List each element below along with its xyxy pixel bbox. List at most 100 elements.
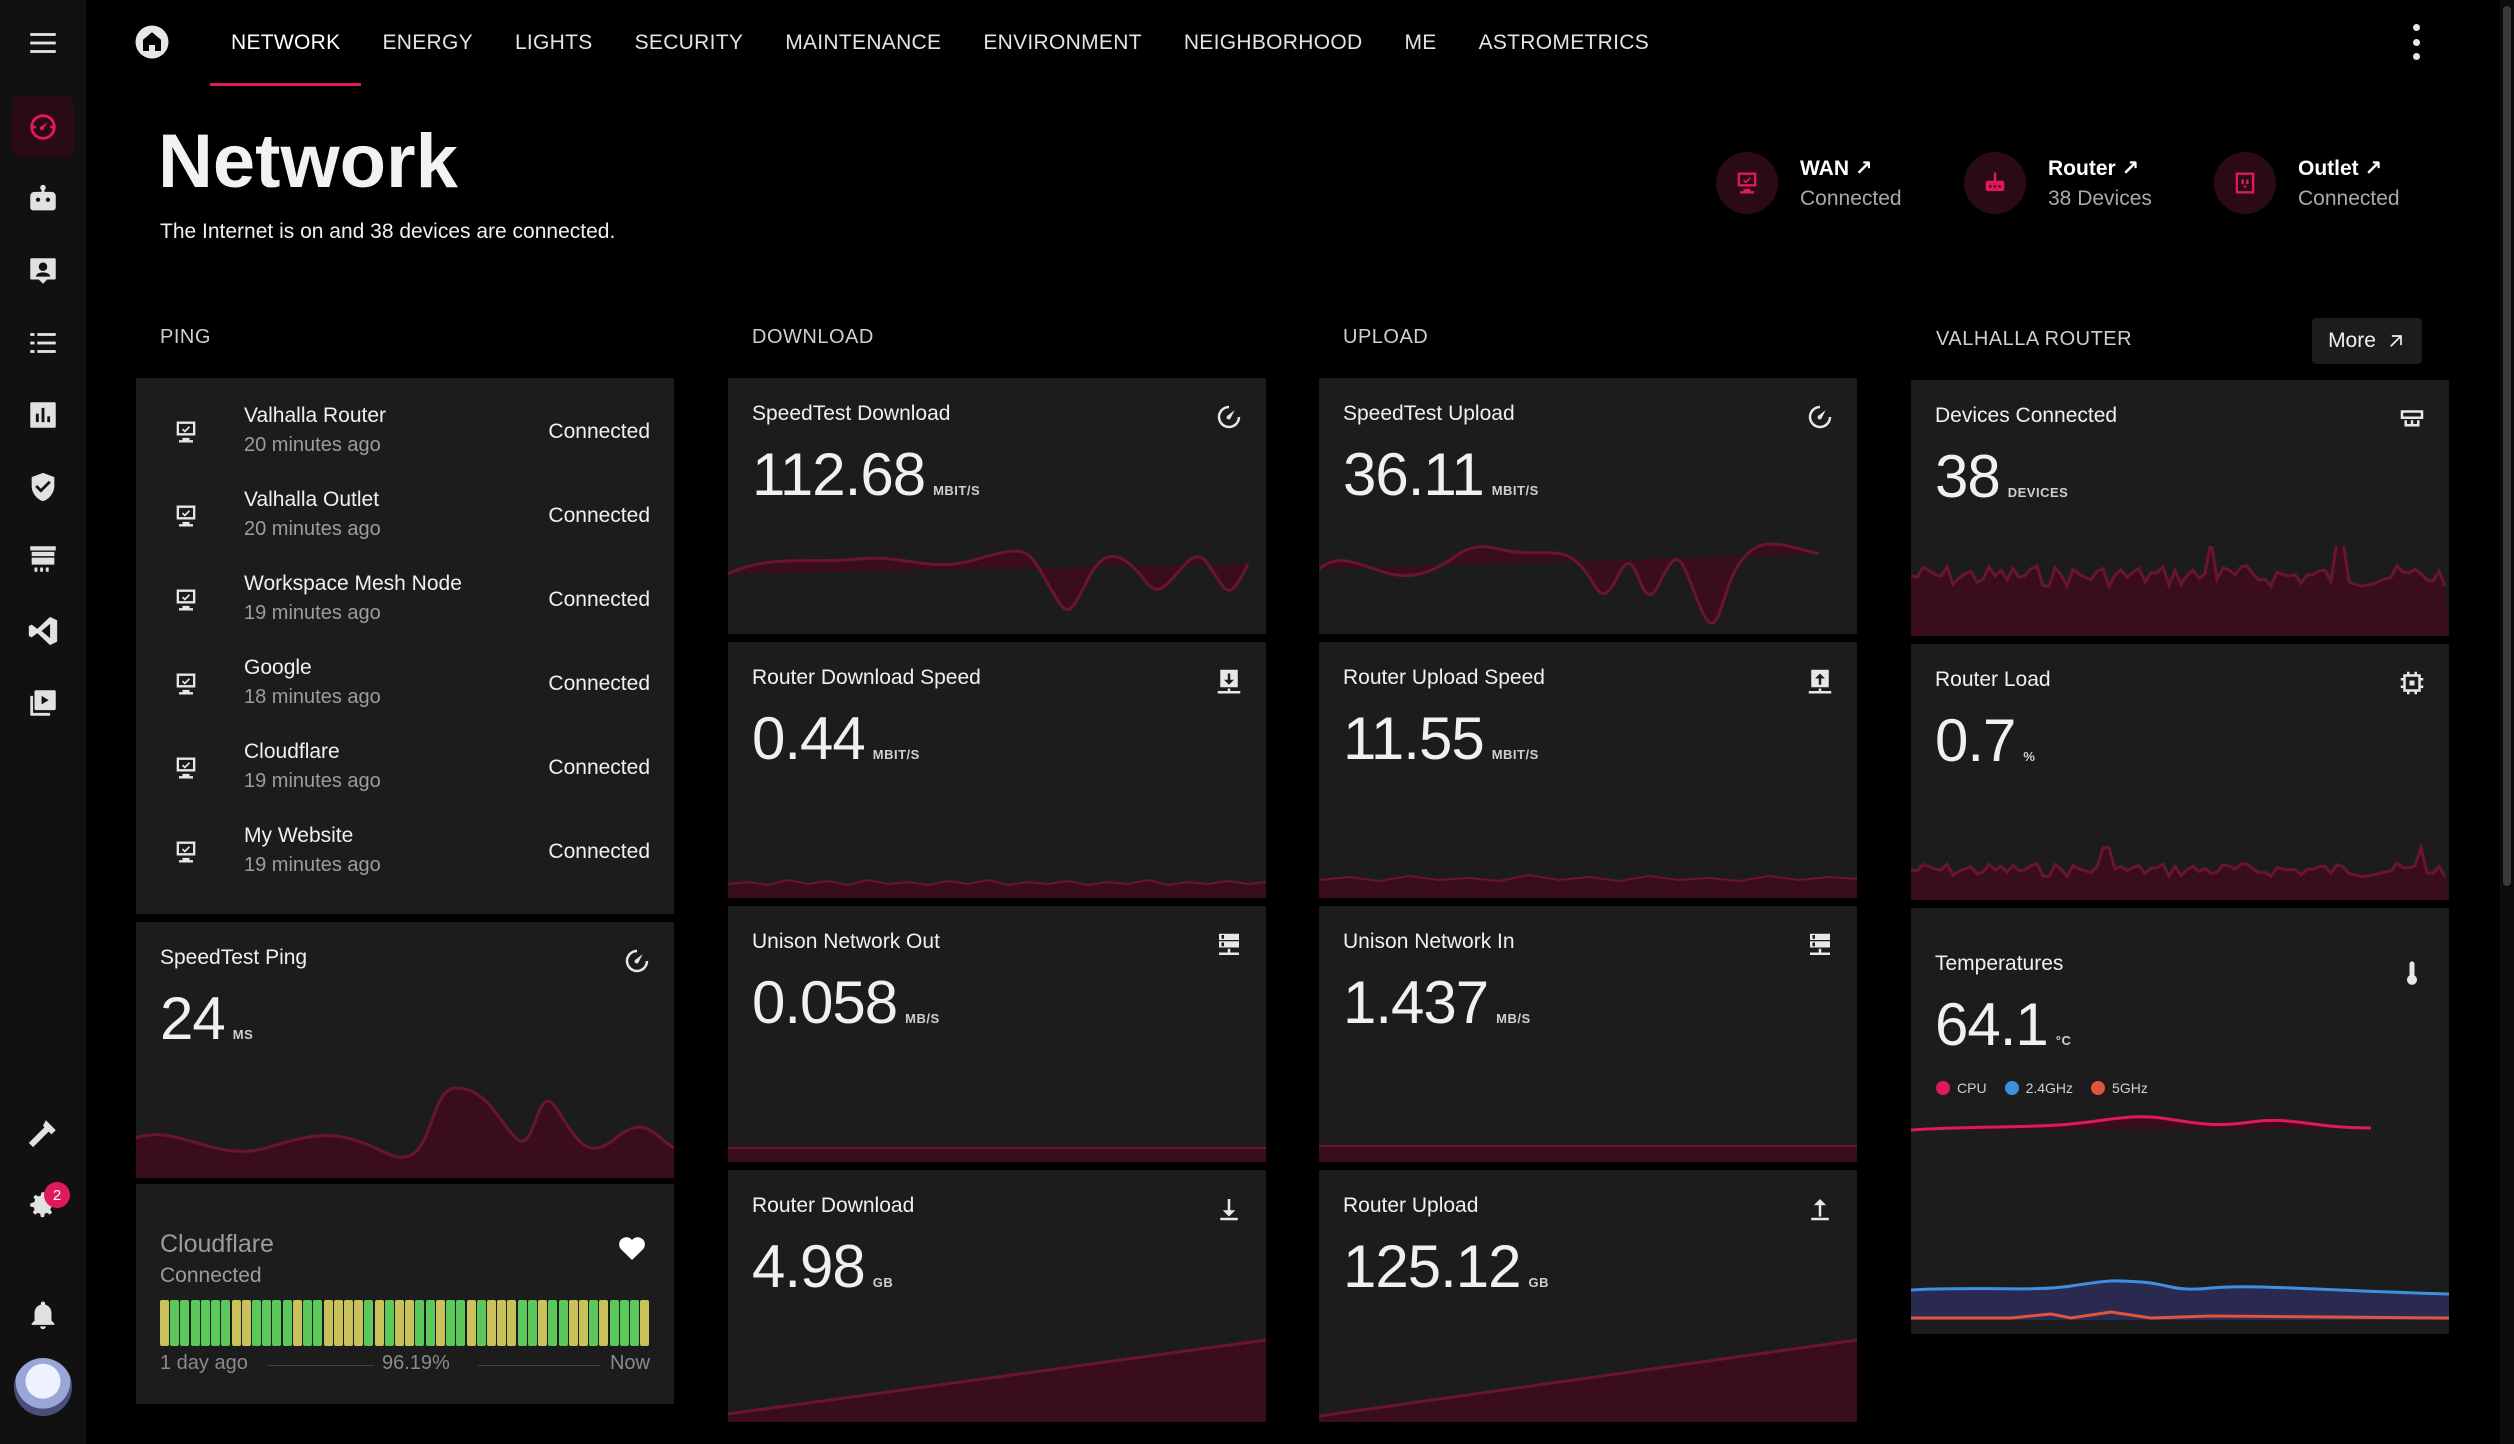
uptime-bar[interactable] [170, 1300, 180, 1346]
ping-row[interactable]: My Website 19 minutes ago Connected [136, 810, 674, 894]
uptime-bar[interactable] [190, 1300, 200, 1346]
outlet-chip[interactable]: Outlet ↗ Connected [2214, 148, 2400, 218]
uptime-bar[interactable] [456, 1300, 466, 1346]
tab-security[interactable]: SECURITY [614, 0, 765, 86]
tab-energy[interactable]: ENERGY [361, 0, 494, 86]
tab-me[interactable]: ME [1383, 0, 1457, 86]
legend-item[interactable]: 5GHz [2091, 1080, 2148, 1096]
router-upload-card[interactable]: Router Upload 125.12 GB [1319, 1170, 1857, 1422]
uptime-bar[interactable] [374, 1300, 384, 1346]
uptime-bar[interactable] [589, 1300, 599, 1346]
home-icon[interactable] [134, 24, 170, 60]
tab-environment[interactable]: ENVIRONMENT [962, 0, 1162, 86]
uptime-bar[interactable] [538, 1300, 548, 1346]
avatar[interactable] [14, 1358, 72, 1416]
uptime-bar[interactable] [599, 1300, 609, 1346]
devices-connected-card[interactable]: Devices Connected 38 DEVICES [1911, 380, 2449, 636]
uptime-bar[interactable] [497, 1300, 507, 1346]
ping-row[interactable]: Google 18 minutes ago Connected [136, 642, 674, 726]
router-download-speed-card[interactable]: Router Download Speed 0.44 MBIT/S [728, 642, 1266, 898]
uptime-bar[interactable] [640, 1300, 650, 1346]
uptime-bar[interactable] [313, 1300, 323, 1346]
uptime-bar[interactable] [527, 1300, 537, 1346]
tab-astrometrics[interactable]: ASTROMETRICS [1458, 0, 1670, 86]
uptime-bar[interactable] [323, 1300, 333, 1346]
uptime-bar[interactable] [282, 1300, 292, 1346]
uptime-card[interactable]: Cloudflare Connected 1 day ago 96.19% No… [136, 1184, 674, 1404]
sidebar-item-person-card[interactable] [12, 240, 74, 302]
uptime-bar[interactable] [343, 1300, 353, 1346]
ping-row[interactable]: Valhalla Outlet 20 minutes ago Connected [136, 474, 674, 558]
sidebar-item-list[interactable] [12, 312, 74, 374]
uptime-bar[interactable] [548, 1300, 558, 1346]
ping-row[interactable]: Cloudflare 19 minutes ago Connected [136, 726, 674, 810]
more-button[interactable]: More [2312, 318, 2422, 364]
uptime-bar[interactable] [405, 1300, 415, 1346]
router-upload-speed-card[interactable]: Router Upload Speed 11.55 MBIT/S [1319, 642, 1857, 898]
uptime-bar[interactable] [466, 1300, 476, 1346]
uptime-bar[interactable] [435, 1300, 445, 1346]
sidebar-item-vscode[interactable] [12, 600, 74, 662]
uptime-bar[interactable] [333, 1300, 343, 1346]
sidebar-item-settings[interactable]: 2 [12, 1174, 74, 1236]
uptime-bar[interactable] [221, 1300, 231, 1346]
uptime-bar[interactable] [241, 1300, 251, 1346]
sidebar-item-security[interactable] [12, 456, 74, 518]
sidebar-item-notifications[interactable] [12, 1284, 74, 1346]
tab-network[interactable]: NETWORK [210, 0, 362, 86]
sidebar-item-developer-tools[interactable] [12, 1102, 74, 1164]
uptime-bar[interactable] [568, 1300, 578, 1346]
sidebar-item-history[interactable] [12, 384, 74, 446]
sidebar-item-robot[interactable] [12, 168, 74, 230]
menu-button[interactable] [12, 12, 74, 74]
uptime-bar[interactable] [517, 1300, 527, 1346]
router-load-card[interactable]: Router Load 0.7% [1911, 644, 2449, 900]
uptime-bar[interactable] [558, 1300, 568, 1346]
uptime-bar[interactable] [262, 1300, 272, 1346]
sidebar-item-media[interactable] [12, 672, 74, 734]
uptime-bar[interactable] [507, 1300, 517, 1346]
overflow-menu-icon[interactable] [2410, 24, 2422, 60]
uptime-bar[interactable] [619, 1300, 629, 1346]
uptime-bar[interactable] [415, 1300, 425, 1346]
uptime-bar[interactable] [384, 1300, 394, 1346]
uptime-bar[interactable] [395, 1300, 405, 1346]
uptime-bar[interactable] [425, 1300, 435, 1346]
uptime-bar[interactable] [609, 1300, 619, 1346]
uptime-bar[interactable] [630, 1300, 640, 1346]
ping-row[interactable]: Workspace Mesh Node 19 minutes ago Connect… [136, 558, 674, 642]
uptime-bar[interactable] [364, 1300, 374, 1346]
sidebar-item-hacs[interactable] [12, 528, 74, 590]
uptime-bar[interactable] [446, 1300, 456, 1346]
speedtest-upload-card[interactable]: SpeedTest Upload 36.11 MBIT/S [1319, 378, 1857, 634]
uptime-bar[interactable] [200, 1300, 210, 1346]
scrollbar[interactable] [2500, 0, 2514, 1444]
uptime-bar[interactable] [272, 1300, 282, 1346]
router-download-card[interactable]: Router Download 4.98 GB [728, 1170, 1266, 1422]
uptime-bar[interactable] [303, 1300, 313, 1346]
uptime-bar[interactable] [160, 1300, 169, 1346]
wan-chip[interactable]: WAN ↗ Connected [1716, 148, 1902, 218]
legend-item[interactable]: 2.4GHz [2004, 1080, 2073, 1096]
router-chip[interactable]: Router ↗ 38 Devices [1964, 148, 2152, 218]
unison-in-card[interactable]: Unison Network In 1.437 MB/S [1319, 906, 1857, 1162]
uptime-bar[interactable] [487, 1300, 496, 1346]
speedtest-ping-card[interactable]: SpeedTest Ping 24 MS [136, 922, 674, 1178]
uptime-bar[interactable] [476, 1300, 486, 1346]
unison-out-card[interactable]: Unison Network Out 0.058 MB/S [728, 906, 1266, 1162]
speedtest-download-card[interactable]: SpeedTest Download 112.68 MBIT/S [728, 378, 1266, 634]
uptime-bar[interactable] [231, 1300, 241, 1346]
ping-row[interactable]: Valhalla Router 20 minutes ago Connected [136, 390, 674, 474]
tab-lights[interactable]: LIGHTS [494, 0, 614, 86]
sidebar-item-network[interactable] [12, 96, 74, 158]
uptime-bar[interactable] [292, 1300, 302, 1346]
uptime-bar[interactable] [578, 1300, 588, 1346]
uptime-bar[interactable] [180, 1300, 190, 1346]
temperatures-card[interactable]: Temperatures 64.1 °C [1911, 908, 2449, 1334]
uptime-bar[interactable] [354, 1300, 364, 1346]
legend-item[interactable]: CPU [1936, 1080, 1987, 1096]
uptime-bar[interactable] [251, 1300, 261, 1346]
uptime-bar[interactable] [211, 1300, 221, 1346]
tab-maintenance[interactable]: MAINTENANCE [764, 0, 962, 86]
tab-neighborhood[interactable]: NEIGHBORHOOD [1163, 0, 1384, 86]
